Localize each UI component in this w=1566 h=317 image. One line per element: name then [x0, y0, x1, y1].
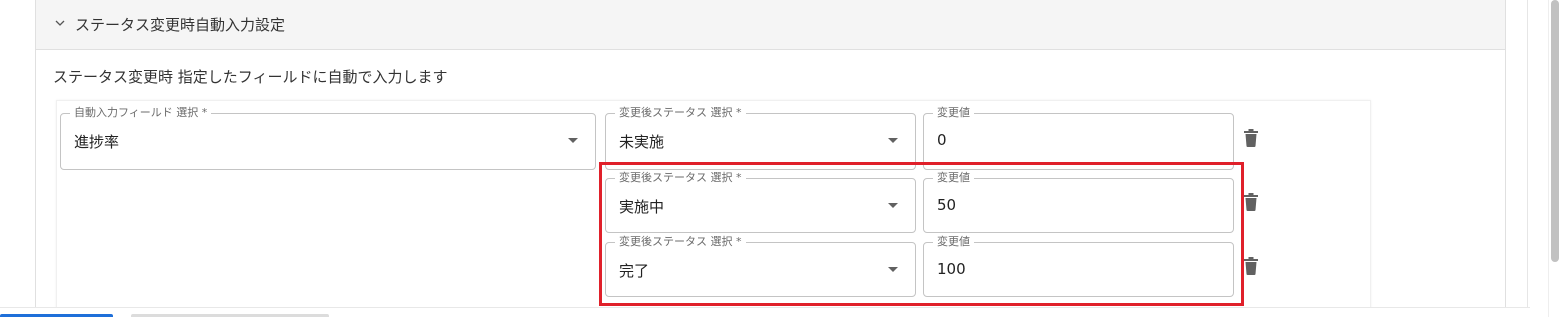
status-value: 完了 — [619, 262, 650, 280]
change-value-input[interactable]: 変更値 100 — [923, 235, 1234, 297]
status-value: 実施中 — [619, 198, 665, 216]
trash-icon[interactable] — [1244, 257, 1258, 275]
panel-header[interactable]: ステータス変更時自動入力設定 — [36, 0, 1505, 50]
trash-icon[interactable] — [1244, 129, 1258, 147]
auto-field-label: 自動入力フィールド 選択 * — [70, 106, 212, 120]
window-divider — [1527, 0, 1528, 317]
caret-down-icon[interactable] — [568, 138, 578, 143]
change-value-label: 変更値 — [933, 106, 974, 120]
status-select[interactable]: 変更後ステータス 選択 * 完了 — [605, 235, 916, 297]
trash-icon[interactable] — [1244, 193, 1258, 211]
auto-field-select[interactable]: 自動入力フィールド 選択 * 進捗率 — [60, 106, 596, 170]
change-value-label: 変更値 — [933, 171, 974, 185]
change-value-input[interactable]: 変更値 50 — [923, 171, 1234, 233]
change-value-text: 100 — [937, 260, 966, 278]
settings-panel: ステータス変更時自動入力設定 ステータス変更時 指定したフィールドに自動で入力し… — [35, 0, 1506, 317]
status-select[interactable]: 変更後ステータス 選択 * 未実施 — [605, 106, 916, 170]
status-value: 未実施 — [619, 133, 665, 151]
caret-down-icon[interactable] — [888, 267, 898, 272]
change-value-text: 0 — [937, 131, 947, 149]
status-label: 変更後ステータス 選択 * — [615, 235, 746, 249]
caret-down-icon[interactable] — [888, 138, 898, 143]
status-label: 変更後ステータス 選択 * — [615, 106, 746, 120]
status-label: 変更後ステータス 選択 * — [615, 171, 746, 185]
auto-field-value: 進捗率 — [74, 133, 120, 151]
chevron-down-icon[interactable] — [54, 17, 66, 29]
status-select[interactable]: 変更後ステータス 選択 * 実施中 — [605, 171, 916, 233]
change-value-text: 50 — [937, 196, 957, 214]
section-description: ステータス変更時 指定したフィールドに自動で入力します — [53, 68, 448, 86]
change-value-label: 変更値 — [933, 235, 974, 249]
page: ステータス変更時自動入力設定 ステータス変更時 指定したフィールドに自動で入力し… — [0, 0, 1566, 317]
caret-down-icon[interactable] — [888, 203, 898, 208]
scrollbar-thumb[interactable] — [1551, 0, 1559, 262]
change-value-input[interactable]: 変更値 0 — [923, 106, 1234, 170]
panel-title: ステータス変更時自動入力設定 — [75, 16, 286, 34]
